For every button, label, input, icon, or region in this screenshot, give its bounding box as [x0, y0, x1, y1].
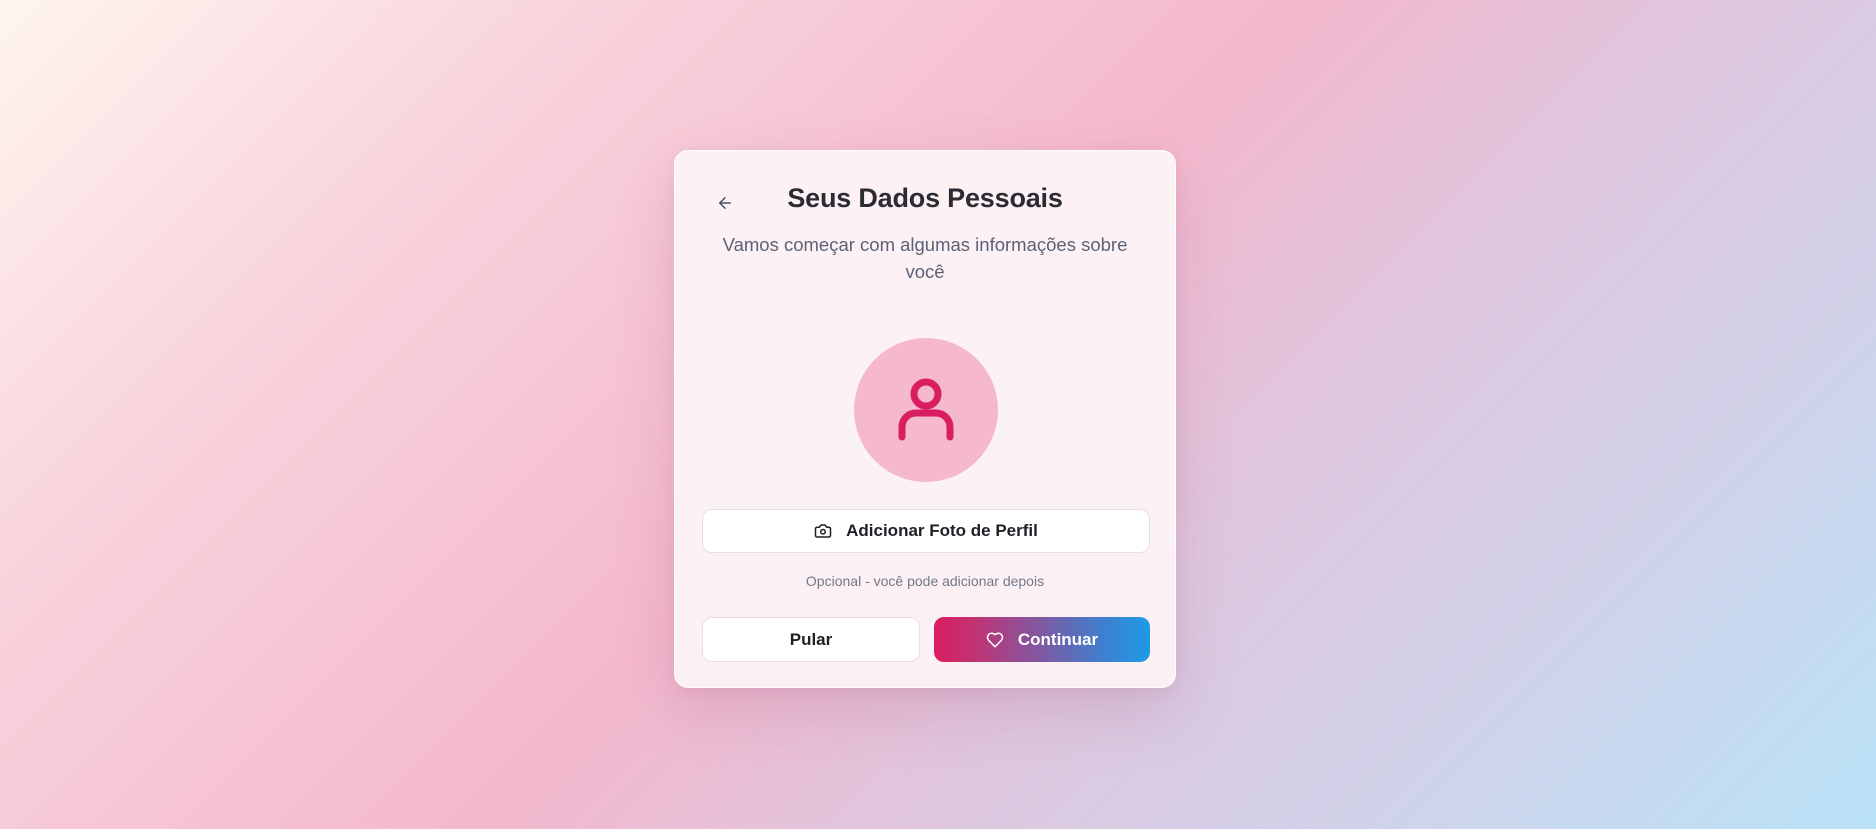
page-subtitle: Vamos começar com algumas informações so…	[722, 234, 1128, 282]
add-profile-photo-button[interactable]: Adicionar Foto de Perfil	[702, 509, 1150, 553]
skip-button[interactable]: Pular	[702, 617, 920, 662]
heart-icon	[986, 631, 1004, 649]
continue-label: Continuar	[1017, 629, 1099, 649]
personal-data-card: Seus Dados Pessoais Vamos começar com al…	[674, 150, 1176, 688]
user-icon	[896, 377, 956, 443]
camera-icon	[814, 522, 832, 540]
continue-button[interactable]: Continuar	[934, 617, 1150, 662]
add-profile-photo-label: Adicionar Foto de Perfil	[846, 521, 1038, 540]
page-title: Seus Dados Pessoais	[787, 183, 1063, 213]
avatar-placeholder[interactable]	[854, 338, 998, 482]
skip-label: Pular	[789, 629, 833, 649]
optional-hint: Opcional - você pode adicionar depois	[805, 573, 1045, 589]
